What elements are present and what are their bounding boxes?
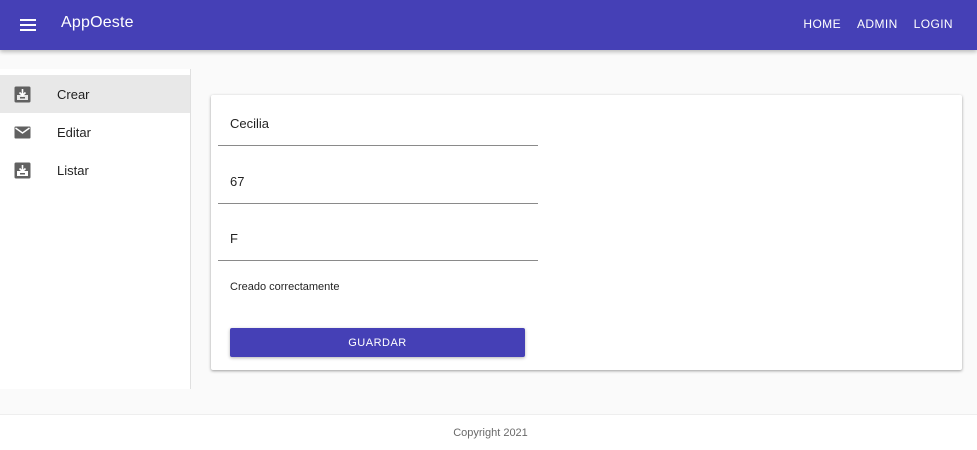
hamburger-menu-icon[interactable] — [17, 14, 39, 36]
copyright-text: Copyright 2021 — [453, 426, 528, 439]
nav-login-link[interactable]: LOGIN — [914, 17, 953, 31]
app-title: AppOeste — [61, 14, 134, 31]
top-nav: HOME ADMIN LOGIN — [803, 17, 953, 31]
gender-field[interactable] — [230, 231, 520, 246]
app-bar: AppOeste HOME ADMIN LOGIN — [0, 0, 977, 50]
sidebar-item-editar[interactable]: Editar — [0, 113, 190, 151]
form-card: Creado correctamente GUARDAR — [211, 95, 962, 370]
status-message: Creado correctamente — [230, 281, 340, 293]
age-field[interactable] — [230, 174, 520, 189]
sidebar-item-label: Listar — [57, 162, 89, 178]
sidebar: Crear Editar Listar — [0, 69, 191, 389]
name-field[interactable] — [230, 116, 520, 131]
mail-icon — [14, 124, 31, 141]
name-field-container — [218, 95, 538, 146]
age-field-container — [218, 153, 538, 204]
save-button[interactable]: GUARDAR — [230, 328, 525, 357]
sidebar-item-label: Editar — [57, 124, 91, 140]
nav-admin-link[interactable]: ADMIN — [857, 17, 898, 31]
move-to-inbox-icon — [14, 162, 31, 179]
sidebar-item-crear[interactable]: Crear — [0, 75, 190, 113]
move-to-inbox-icon — [14, 86, 31, 103]
nav-home-link[interactable]: HOME — [803, 17, 841, 31]
sidebar-item-label: Crear — [57, 86, 90, 102]
gender-field-container — [218, 210, 538, 261]
footer: Copyright 2021 — [0, 414, 977, 450]
sidebar-item-listar[interactable]: Listar — [0, 151, 190, 189]
